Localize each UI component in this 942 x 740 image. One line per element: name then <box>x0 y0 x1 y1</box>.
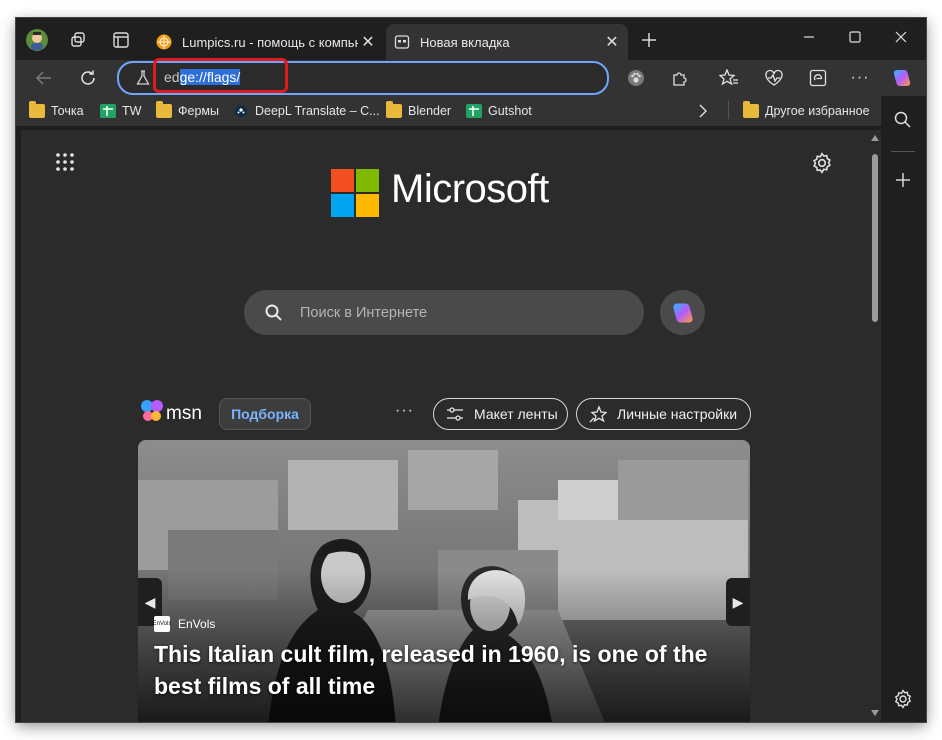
bookmarks-overflow-chevron-icon[interactable] <box>698 101 708 121</box>
sidebar-search-icon[interactable] <box>893 110 913 135</box>
bookmark-item[interactable]: Blender <box>386 101 451 121</box>
apps-grid-icon[interactable] <box>55 152 75 177</box>
search-placeholder: Поиск в Интернете <box>300 305 428 321</box>
feed-more-icon[interactable]: ··· <box>395 402 414 420</box>
workspaces-icon[interactable] <box>66 27 92 53</box>
new-tab-page: Microsoft Поиск в Интернете msn Подборка… <box>21 130 881 722</box>
deepl-icon <box>235 104 247 118</box>
bookmark-item[interactable]: Gutshot <box>466 101 532 121</box>
refresh-icon[interactable] <box>74 64 102 92</box>
bookmark-label: DeepL Translate – C... <box>255 104 380 118</box>
extensions-puzzle-icon[interactable] <box>666 64 694 92</box>
title-bar: Lumpics.ru - помощь с компьюте ✕ Новая в… <box>16 18 926 60</box>
bookmark-label: Gutshot <box>488 104 532 118</box>
feed-layout-label: Макет ленты <box>474 406 558 422</box>
copilot-icon <box>672 303 693 322</box>
other-bookmarks-label: Другое избранное <box>765 104 870 118</box>
bookmarks-divider <box>728 101 729 119</box>
back-arrow-icon[interactable] <box>30 64 58 92</box>
sidebar-settings-gear-icon[interactable] <box>893 689 913 714</box>
close-tab-icon[interactable]: ✕ <box>602 32 622 52</box>
browser-essentials-icon[interactable] <box>760 64 788 92</box>
bookmark-label: Фермы <box>178 104 219 118</box>
search-icon <box>265 304 282 321</box>
tab-title: Новая вкладка <box>420 34 510 50</box>
orange-favicon-icon <box>156 34 172 50</box>
sidebar-divider <box>891 151 915 152</box>
new-tab-plus-icon[interactable] <box>636 27 662 53</box>
folder-icon <box>386 101 402 118</box>
scroll-up-arrow-icon[interactable] <box>871 135 879 141</box>
sidebar-add-icon[interactable] <box>895 172 911 193</box>
sliders-icon <box>447 407 463 421</box>
bookmark-item[interactable]: TW <box>100 101 141 121</box>
split-screen-edge-icon[interactable] <box>804 64 832 92</box>
edge-sidebar <box>881 96 926 722</box>
sheets-icon <box>466 104 482 118</box>
more-menu-icon[interactable]: ··· <box>846 64 874 92</box>
sheets-icon <box>100 104 116 118</box>
copilot-icon[interactable] <box>888 64 916 92</box>
close-tab-icon[interactable]: ✕ <box>358 32 378 52</box>
bookmark-item[interactable]: DeepL Translate – C... <box>233 101 380 121</box>
bookmarks-bar: Точка TW Фермы DeepL Translate – C... Bl… <box>16 96 881 126</box>
bookmark-item[interactable]: Фермы <box>156 101 219 121</box>
bookmark-label: Blender <box>408 104 452 118</box>
browser-window: Lumpics.ru - помощь с компьюте ✕ Новая в… <box>16 18 926 722</box>
news-source-label: EnVols <box>178 617 216 631</box>
tab-new-tab[interactable]: Новая вкладка ✕ <box>386 24 628 60</box>
hero-news-card[interactable]: ◀ ▶ EnVols EnVols This Italian cult film… <box>138 440 750 722</box>
page-settings-gear-icon[interactable] <box>811 152 833 179</box>
msn-brand: msn <box>166 403 202 424</box>
microsoft-logo-icon <box>331 169 379 217</box>
tab-lumpics[interactable]: Lumpics.ru - помощь с компьюте ✕ <box>148 24 384 60</box>
bookmark-item[interactable]: Точка <box>29 101 84 121</box>
tab-title: Lumpics.ru - помощь с компьюте <box>182 34 358 50</box>
personalize-button[interactable]: Личные настройки <box>576 398 751 430</box>
folder-icon <box>743 101 759 118</box>
feed-layout-button[interactable]: Макет ленты <box>433 398 568 430</box>
vertical-tabs-icon[interactable] <box>108 27 134 53</box>
envols-logo-icon: EnVols <box>153 616 171 632</box>
web-search-box[interactable]: Поиск в Интернете <box>244 290 644 335</box>
msn-butterfly-icon <box>141 400 163 421</box>
url-highlight-frame <box>153 58 288 93</box>
scroll-down-arrow-icon[interactable] <box>871 710 879 716</box>
msn-feed-header: msn Подборка ··· Макет ленты Личные наст… <box>139 394 751 434</box>
extension-paw-icon[interactable] <box>622 64 650 92</box>
news-headline[interactable]: This Italian cult film, released in 1960… <box>154 638 734 702</box>
close-window-button[interactable] <box>878 18 924 56</box>
feed-picks-button[interactable]: Подборка <box>219 398 311 430</box>
folder-icon <box>29 101 45 118</box>
favorites-star-icon[interactable] <box>715 64 743 92</box>
scrollbar-thumb[interactable] <box>872 154 878 322</box>
folder-icon <box>156 101 172 118</box>
profile-avatar[interactable] <box>24 27 50 53</box>
copilot-search-button[interactable] <box>660 290 705 335</box>
bookmark-label: TW <box>122 104 142 118</box>
other-bookmarks-folder[interactable]: Другое избранное <box>743 101 870 121</box>
carousel-next-icon[interactable]: ▶ <box>726 578 750 626</box>
minimize-button[interactable] <box>786 18 832 56</box>
sparkle-star-icon <box>589 405 607 423</box>
flask-icon <box>136 70 150 85</box>
news-source[interactable]: EnVols EnVols <box>153 616 216 632</box>
maximize-button[interactable] <box>832 18 878 56</box>
feed-picks-label: Подборка <box>231 406 299 422</box>
personalize-label: Личные настройки <box>617 406 738 422</box>
brand-wordmark: Microsoft <box>391 167 549 211</box>
bookmark-label: Точка <box>51 104 84 118</box>
new-tab-page-icon <box>394 35 410 49</box>
